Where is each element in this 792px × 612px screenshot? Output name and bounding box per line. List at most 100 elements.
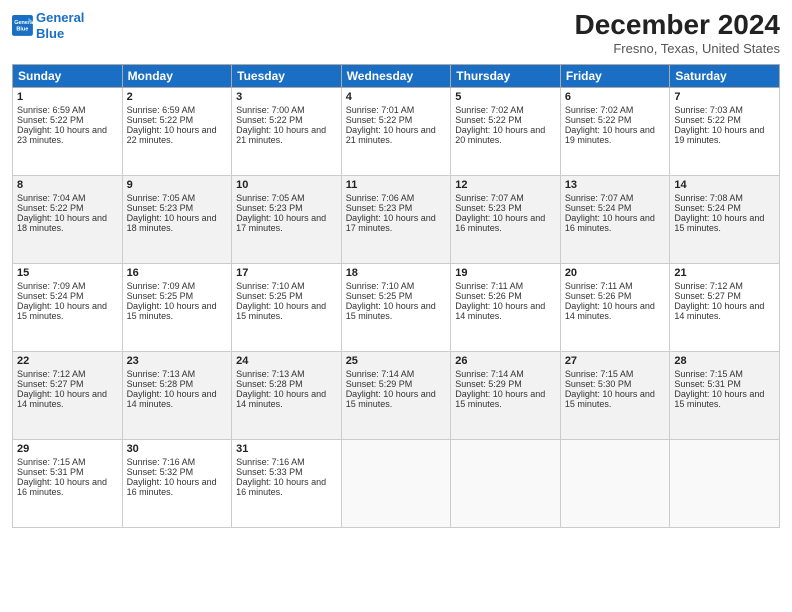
calendar-week-row: 29 Sunrise: 7:15 AM Sunset: 5:31 PM Dayl… [13, 439, 780, 527]
daylight: Daylight: 10 hours and 17 minutes. [236, 213, 326, 233]
sunrise: Sunrise: 7:00 AM [236, 105, 305, 115]
sunrise: Sunrise: 7:09 AM [17, 281, 86, 291]
calendar-cell: 24 Sunrise: 7:13 AM Sunset: 5:28 PM Dayl… [232, 351, 342, 439]
sunrise: Sunrise: 6:59 AM [127, 105, 196, 115]
calendar-cell: 2 Sunrise: 6:59 AM Sunset: 5:22 PM Dayli… [122, 87, 232, 175]
calendar-cell: 22 Sunrise: 7:12 AM Sunset: 5:27 PM Dayl… [13, 351, 123, 439]
calendar-cell: 21 Sunrise: 7:12 AM Sunset: 5:27 PM Dayl… [670, 263, 780, 351]
sunset: Sunset: 5:30 PM [565, 379, 632, 389]
day-number: 20 [565, 267, 666, 279]
calendar-cell: 5 Sunrise: 7:02 AM Sunset: 5:22 PM Dayli… [451, 87, 561, 175]
location: Fresno, Texas, United States [575, 41, 780, 56]
calendar-cell: 31 Sunrise: 7:16 AM Sunset: 5:33 PM Dayl… [232, 439, 342, 527]
sunset: Sunset: 5:33 PM [236, 467, 303, 477]
calendar-cell [341, 439, 451, 527]
daylight: Daylight: 10 hours and 15 minutes. [674, 213, 764, 233]
calendar-cell: 27 Sunrise: 7:15 AM Sunset: 5:30 PM Dayl… [560, 351, 670, 439]
daylight: Daylight: 10 hours and 16 minutes. [565, 213, 655, 233]
sunrise: Sunrise: 7:15 AM [565, 369, 634, 379]
daylight: Daylight: 10 hours and 21 minutes. [346, 125, 436, 145]
day-number: 5 [455, 91, 556, 103]
sunset: Sunset: 5:22 PM [565, 115, 632, 125]
col-sunday: Sunday [13, 64, 123, 87]
day-number: 15 [17, 267, 118, 279]
calendar-cell: 25 Sunrise: 7:14 AM Sunset: 5:29 PM Dayl… [341, 351, 451, 439]
daylight: Daylight: 10 hours and 14 minutes. [236, 389, 326, 409]
day-number: 18 [346, 267, 447, 279]
sunset: Sunset: 5:29 PM [455, 379, 522, 389]
page: General Blue General Blue December 2024 … [0, 0, 792, 612]
calendar-cell [451, 439, 561, 527]
calendar-week-row: 1 Sunrise: 6:59 AM Sunset: 5:22 PM Dayli… [13, 87, 780, 175]
daylight: Daylight: 10 hours and 18 minutes. [127, 213, 217, 233]
calendar-cell: 7 Sunrise: 7:03 AM Sunset: 5:22 PM Dayli… [670, 87, 780, 175]
calendar-cell: 28 Sunrise: 7:15 AM Sunset: 5:31 PM Dayl… [670, 351, 780, 439]
sunrise: Sunrise: 7:12 AM [17, 369, 86, 379]
calendar-cell: 19 Sunrise: 7:11 AM Sunset: 5:26 PM Dayl… [451, 263, 561, 351]
daylight: Daylight: 10 hours and 15 minutes. [346, 301, 436, 321]
sunrise: Sunrise: 7:04 AM [17, 193, 86, 203]
sunrise: Sunrise: 7:05 AM [127, 193, 196, 203]
day-number: 3 [236, 91, 337, 103]
calendar-cell: 29 Sunrise: 7:15 AM Sunset: 5:31 PM Dayl… [13, 439, 123, 527]
day-number: 30 [127, 443, 228, 455]
sunrise: Sunrise: 7:07 AM [565, 193, 634, 203]
daylight: Daylight: 10 hours and 15 minutes. [565, 389, 655, 409]
calendar-week-row: 22 Sunrise: 7:12 AM Sunset: 5:27 PM Dayl… [13, 351, 780, 439]
sunrise: Sunrise: 7:10 AM [346, 281, 415, 291]
day-number: 2 [127, 91, 228, 103]
calendar: Sunday Monday Tuesday Wednesday Thursday… [12, 64, 780, 528]
sunset: Sunset: 5:28 PM [127, 379, 194, 389]
calendar-cell: 3 Sunrise: 7:00 AM Sunset: 5:22 PM Dayli… [232, 87, 342, 175]
daylight: Daylight: 10 hours and 15 minutes. [127, 301, 217, 321]
sunset: Sunset: 5:32 PM [127, 467, 194, 477]
svg-text:Blue: Blue [16, 26, 28, 32]
day-number: 29 [17, 443, 118, 455]
day-number: 31 [236, 443, 337, 455]
calendar-cell: 13 Sunrise: 7:07 AM Sunset: 5:24 PM Dayl… [560, 175, 670, 263]
daylight: Daylight: 10 hours and 14 minutes. [565, 301, 655, 321]
sunset: Sunset: 5:24 PM [674, 203, 741, 213]
day-number: 17 [236, 267, 337, 279]
daylight: Daylight: 10 hours and 23 minutes. [17, 125, 107, 145]
day-number: 28 [674, 355, 775, 367]
daylight: Daylight: 10 hours and 16 minutes. [17, 477, 107, 497]
col-monday: Monday [122, 64, 232, 87]
sunset: Sunset: 5:25 PM [346, 291, 413, 301]
sunset: Sunset: 5:25 PM [236, 291, 303, 301]
calendar-cell: 16 Sunrise: 7:09 AM Sunset: 5:25 PM Dayl… [122, 263, 232, 351]
calendar-cell: 8 Sunrise: 7:04 AM Sunset: 5:22 PM Dayli… [13, 175, 123, 263]
sunset: Sunset: 5:31 PM [17, 467, 84, 477]
day-number: 21 [674, 267, 775, 279]
calendar-cell: 15 Sunrise: 7:09 AM Sunset: 5:24 PM Dayl… [13, 263, 123, 351]
sunrise: Sunrise: 7:13 AM [127, 369, 196, 379]
sunrise: Sunrise: 7:15 AM [674, 369, 743, 379]
sunset: Sunset: 5:27 PM [674, 291, 741, 301]
sunset: Sunset: 5:24 PM [565, 203, 632, 213]
daylight: Daylight: 10 hours and 18 minutes. [17, 213, 107, 233]
col-saturday: Saturday [670, 64, 780, 87]
daylight: Daylight: 10 hours and 15 minutes. [455, 389, 545, 409]
day-number: 13 [565, 179, 666, 191]
day-number: 10 [236, 179, 337, 191]
sunrise: Sunrise: 7:13 AM [236, 369, 305, 379]
sunset: Sunset: 5:23 PM [455, 203, 522, 213]
sunrise: Sunrise: 7:02 AM [455, 105, 524, 115]
day-number: 1 [17, 91, 118, 103]
daylight: Daylight: 10 hours and 15 minutes. [346, 389, 436, 409]
col-wednesday: Wednesday [341, 64, 451, 87]
day-number: 4 [346, 91, 447, 103]
logo-icon: General Blue [12, 15, 34, 37]
sunrise: Sunrise: 7:14 AM [346, 369, 415, 379]
day-number: 24 [236, 355, 337, 367]
sunrise: Sunrise: 7:03 AM [674, 105, 743, 115]
calendar-cell: 26 Sunrise: 7:14 AM Sunset: 5:29 PM Dayl… [451, 351, 561, 439]
daylight: Daylight: 10 hours and 15 minutes. [674, 389, 764, 409]
sunset: Sunset: 5:28 PM [236, 379, 303, 389]
sunset: Sunset: 5:22 PM [455, 115, 522, 125]
daylight: Daylight: 10 hours and 19 minutes. [674, 125, 764, 145]
sunrise: Sunrise: 7:15 AM [17, 457, 86, 467]
daylight: Daylight: 10 hours and 16 minutes. [236, 477, 326, 497]
sunset: Sunset: 5:29 PM [346, 379, 413, 389]
month-title: December 2024 [575, 10, 780, 41]
